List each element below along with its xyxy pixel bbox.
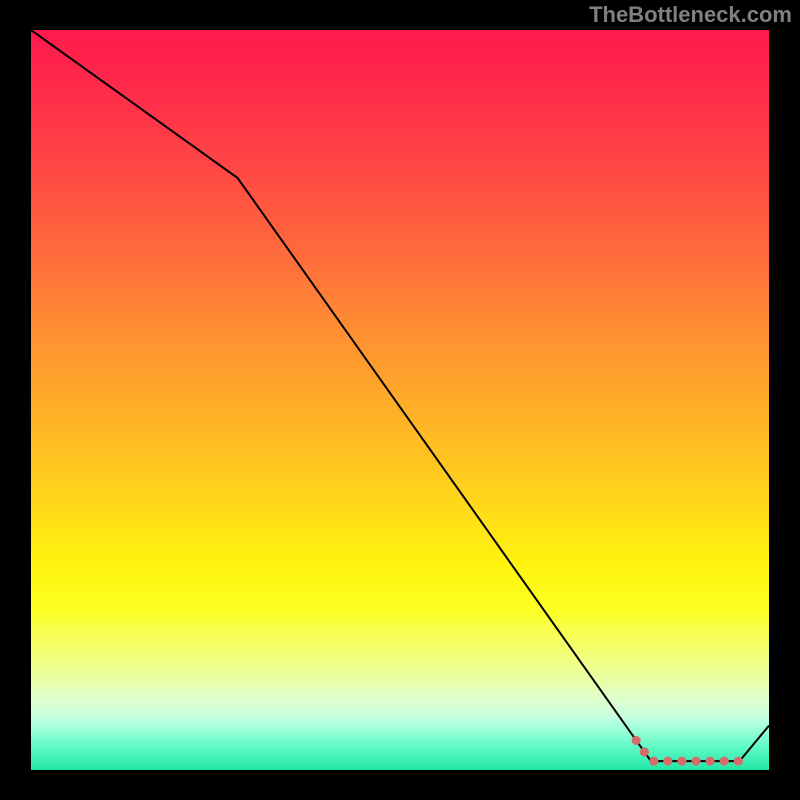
- watermark-text: TheBottleneck.com: [589, 2, 792, 28]
- chart-series-svg: [31, 30, 769, 770]
- highlight-series: [636, 740, 739, 761]
- highlight-series-path: [636, 740, 739, 761]
- chart-plot-area: [31, 30, 769, 770]
- line-series-path: [31, 30, 769, 761]
- line-series: [31, 30, 769, 761]
